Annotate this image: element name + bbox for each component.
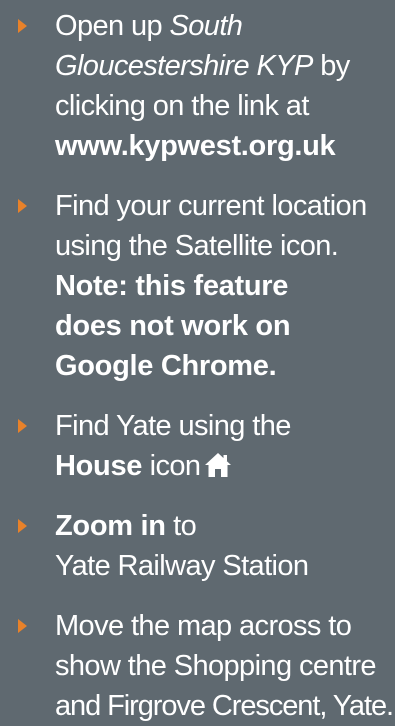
step-text: Zoom in to Yate Railway Station	[55, 506, 395, 586]
note-line: Google Chrome.	[55, 350, 277, 382]
bullet-arrow-icon	[18, 519, 27, 533]
text-plain: icon	[142, 450, 201, 482]
step-line: using the Satellite icon.	[55, 230, 339, 262]
step-line: Open up South	[55, 6, 395, 46]
bullet-arrow-icon	[18, 419, 27, 433]
note-line: does not work on	[55, 310, 291, 342]
text-italic: South	[169, 10, 243, 42]
kyp-link[interactable]: www.kypwest.org.uk	[55, 126, 395, 166]
note-line: Note: this feature	[55, 270, 289, 302]
house-icon	[204, 449, 232, 489]
step-line: and Firgrove Crescent, Yate.	[55, 690, 394, 722]
instructions-panel: Open up South Gloucestershire KYP by cli…	[0, 0, 395, 722]
bullet-arrow-icon	[18, 619, 27, 633]
step-line: Zoom in to	[55, 506, 395, 546]
step-text: Find Yate using the House icon	[55, 406, 395, 489]
step-line: Find Yate using the	[55, 410, 291, 442]
text-italic: Gloucestershire KYP	[55, 50, 313, 82]
step-line: Move the map across to	[55, 610, 352, 642]
step-line: show the Shopping centre	[55, 650, 377, 682]
bullet-arrow-icon	[18, 199, 27, 213]
step-text: Find your current location using the Sat…	[55, 186, 395, 386]
text-bold: House	[55, 450, 143, 482]
step-line: Yate Railway Station	[55, 550, 309, 582]
text-plain: to	[165, 510, 197, 542]
bullet-arrow-icon	[18, 19, 27, 33]
step-line: House icon	[55, 446, 395, 489]
text-plain: by	[312, 50, 350, 82]
step-line: Gloucestershire KYP by	[55, 46, 395, 86]
step-line: Find your current location	[55, 190, 367, 222]
text-bold: Zoom in	[55, 510, 166, 542]
step-line: clicking on the link at	[55, 90, 309, 122]
text-plain: Open up	[55, 10, 170, 42]
step-text: Open up South Gloucestershire KYP by cli…	[55, 6, 395, 166]
step-text: Move the map across to show the Shopping…	[55, 606, 395, 726]
